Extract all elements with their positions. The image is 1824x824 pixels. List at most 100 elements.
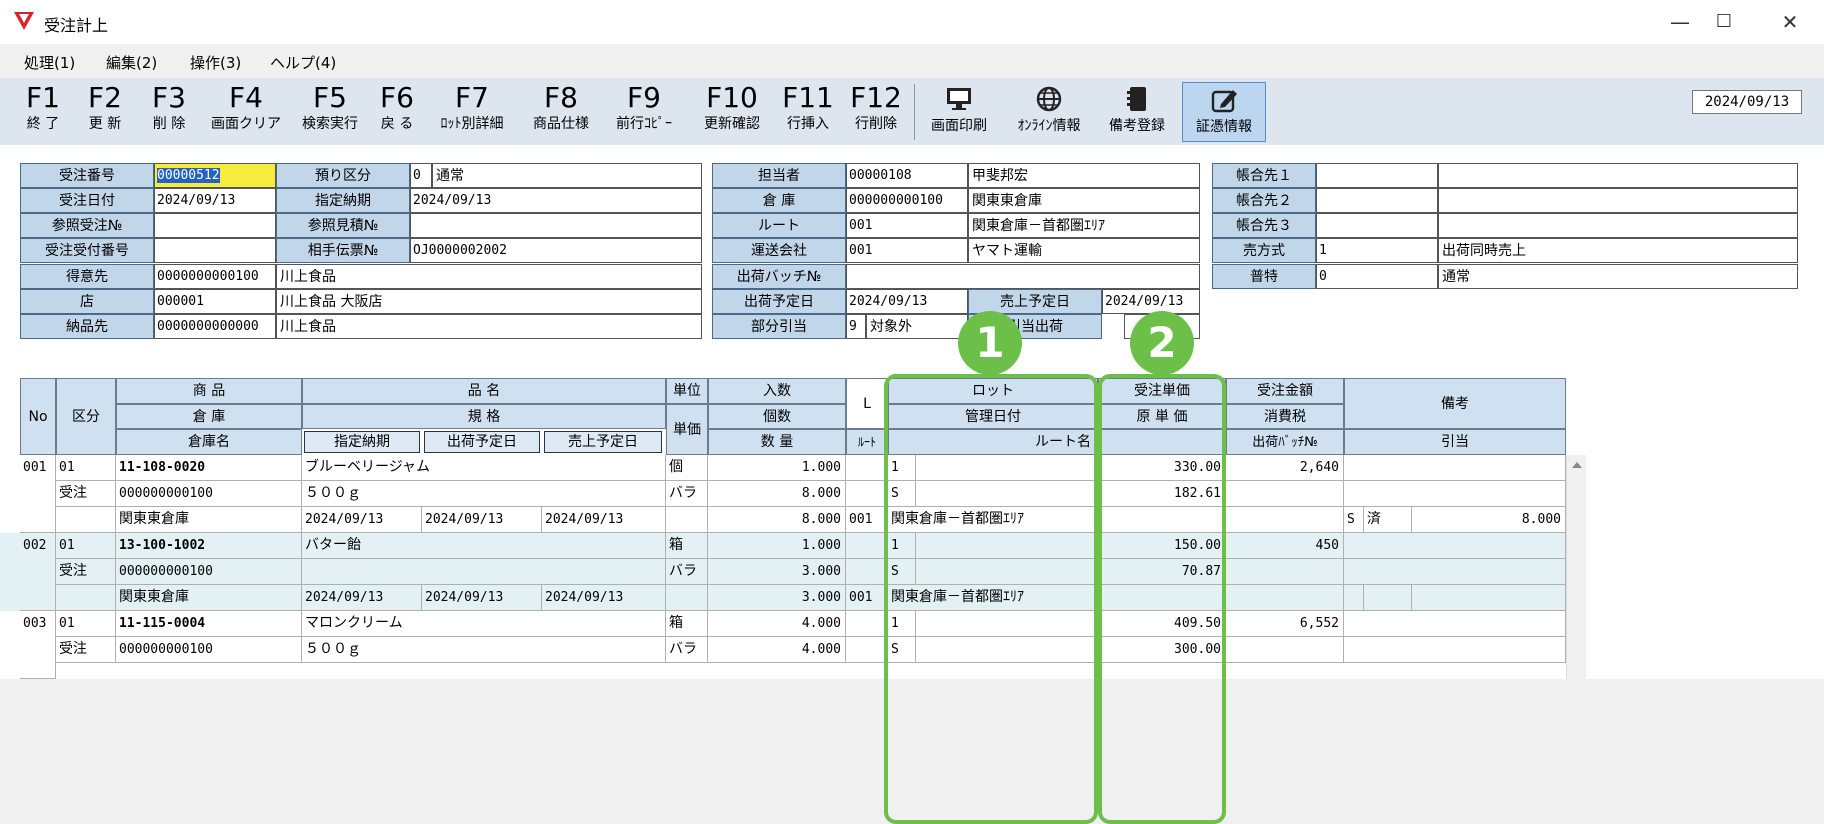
- route-name: 関東倉庫－首都圏ｴﾘｱ: [968, 213, 1200, 238]
- row-3-warehouse[interactable]: 000000000100: [116, 637, 302, 663]
- carrier-code-field[interactable]: 001: [846, 238, 968, 263]
- row-1-alloc-flag[interactable]: S: [1344, 507, 1364, 533]
- ref-order-field[interactable]: [154, 213, 276, 238]
- row-2-qty[interactable]: 3.000: [708, 585, 846, 611]
- grid-scrollbar[interactable]: [1566, 455, 1586, 679]
- row-2-alloc-flag[interactable]: [1344, 585, 1364, 611]
- order-recv-field[interactable]: [154, 238, 276, 263]
- ref-quote-field[interactable]: [410, 213, 702, 238]
- row-1-sales-date[interactable]: 2024/09/13: [542, 507, 666, 533]
- row-2-remarks2[interactable]: [1344, 559, 1566, 585]
- row-1-route[interactable]: 001: [846, 507, 888, 533]
- row-1-spec[interactable]: ５００ｇ: [302, 481, 666, 507]
- menu-edit[interactable]: 編集(2): [106, 52, 157, 73]
- row-1-kubun[interactable]: 01: [56, 455, 116, 481]
- col-warehouse-name-header: 倉庫名: [116, 429, 302, 455]
- row-2-kosu[interactable]: 3.000: [708, 559, 846, 585]
- row-1-ship-date[interactable]: 2024/09/13: [422, 507, 542, 533]
- ship-date-field[interactable]: 2024/09/13: [846, 289, 968, 314]
- row-2-unit[interactable]: 箱: [666, 533, 708, 559]
- f7-button[interactable]: F7 ﾛｯﾄ別詳細: [430, 82, 514, 142]
- due-field[interactable]: 2024/09/13: [410, 188, 702, 213]
- row-3-spec[interactable]: ５００ｇ: [302, 637, 666, 663]
- row-2-irisu[interactable]: 1.000: [708, 533, 846, 559]
- row-3-unit[interactable]: 箱: [666, 611, 708, 637]
- f6-button[interactable]: F6 戻 る: [372, 82, 422, 142]
- f2-button[interactable]: F2 更 新: [80, 82, 130, 142]
- acct3-code-field[interactable]: [1316, 213, 1438, 238]
- evidence-info-button[interactable]: 証憑情報: [1182, 82, 1266, 142]
- customer-code-field[interactable]: 0000000000100: [154, 264, 276, 289]
- online-info-button[interactable]: ｵﾝﾗｲﾝ情報: [1004, 82, 1094, 142]
- order-date-label: 受注日付: [20, 188, 154, 213]
- menu-help[interactable]: ヘルプ(4): [270, 52, 336, 73]
- row-2-remarks[interactable]: [1344, 533, 1566, 559]
- row-3-kosu[interactable]: 4.000: [708, 637, 846, 663]
- order-date-field[interactable]: 2024/09/13: [154, 188, 276, 213]
- f5-button[interactable]: F5 検索実行: [294, 82, 366, 142]
- row-1-warehouse[interactable]: 000000000100: [116, 481, 302, 507]
- minimize-button[interactable]: —: [1660, 8, 1700, 36]
- row-3-irisu[interactable]: 4.000: [708, 611, 846, 637]
- row-1-remarks2[interactable]: [1344, 481, 1566, 507]
- row-1-code[interactable]: 11-108-0020: [116, 455, 302, 481]
- maximize-button[interactable]: ☐: [1704, 8, 1744, 36]
- row-2-kubun[interactable]: 01: [56, 533, 116, 559]
- row-2-route[interactable]: 001: [846, 585, 888, 611]
- f3-button[interactable]: F3 削 除: [144, 82, 194, 142]
- row-2-sales-date[interactable]: 2024/09/13: [542, 585, 666, 611]
- row-3-name[interactable]: マロンクリーム: [302, 611, 666, 637]
- deposit-code-field[interactable]: 0: [410, 163, 432, 188]
- batch-field[interactable]: [846, 264, 1200, 289]
- row-1-unit2[interactable]: バラ: [666, 481, 708, 507]
- staff-code-field[interactable]: 00000108: [846, 163, 968, 188]
- acct2-name: [1438, 188, 1798, 213]
- special-code-field[interactable]: 0: [1316, 264, 1438, 289]
- acct1-code-field[interactable]: [1316, 163, 1438, 188]
- route-code-field[interactable]: 001: [846, 213, 968, 238]
- f8-button[interactable]: F8 商品仕様: [522, 82, 600, 142]
- row-2-unit2[interactable]: バラ: [666, 559, 708, 585]
- row-1-qty[interactable]: 8.000: [708, 507, 846, 533]
- row-3-remarks2[interactable]: [1344, 637, 1566, 663]
- row-1-due[interactable]: 2024/09/13: [302, 507, 422, 533]
- ship-to-code-field[interactable]: 0000000000000: [154, 314, 276, 339]
- f1-button[interactable]: F1 終 了: [18, 82, 68, 142]
- menu-operation[interactable]: 操作(3): [190, 52, 241, 73]
- row-1-unit[interactable]: 個: [666, 455, 708, 481]
- row-3-remarks[interactable]: [1344, 611, 1566, 637]
- row-3-kubun[interactable]: 01: [56, 611, 116, 637]
- col-allocation-header: 引当: [1344, 429, 1566, 455]
- partial-code-field[interactable]: 9: [846, 314, 866, 339]
- f12-button[interactable]: F12 行削除: [846, 82, 906, 142]
- col-l-header: L: [846, 378, 888, 429]
- row-2-spec[interactable]: [302, 559, 666, 585]
- store-code-field[interactable]: 000001: [154, 289, 276, 314]
- f10-button[interactable]: F10 更新確認: [694, 82, 770, 142]
- f11-button[interactable]: F11 行挿入: [776, 82, 840, 142]
- warehouse-code-field[interactable]: 000000000100: [846, 188, 968, 213]
- row-1-irisu[interactable]: 1.000: [708, 455, 846, 481]
- row-2-ship-date[interactable]: 2024/09/13: [422, 585, 542, 611]
- f9-button[interactable]: F9 前行ｺﾋﾟｰ: [608, 82, 680, 142]
- row-2-due[interactable]: 2024/09/13: [302, 585, 422, 611]
- partner-slip-field[interactable]: OJ0000002002: [410, 238, 702, 263]
- row-3-unit2[interactable]: バラ: [666, 637, 708, 663]
- row-2-warehouse[interactable]: 000000000100: [116, 559, 302, 585]
- sales-method-code-field[interactable]: 1: [1316, 238, 1438, 263]
- row-2-code[interactable]: 13-100-1002: [116, 533, 302, 559]
- screen-print-button[interactable]: 画面印刷: [922, 82, 996, 142]
- row-1-kosu[interactable]: 8.000: [708, 481, 846, 507]
- sales-date-field[interactable]: 2024/09/13: [1102, 289, 1200, 314]
- order-no-field[interactable]: 00000512: [154, 163, 276, 188]
- close-button[interactable]: ✕: [1770, 8, 1810, 36]
- row-1-name[interactable]: ブルーベリージャム: [302, 455, 666, 481]
- menu-process[interactable]: 処理(1): [24, 52, 75, 73]
- remarks-register-button[interactable]: 備考登録: [1100, 82, 1174, 142]
- acct2-code-field[interactable]: [1316, 188, 1438, 213]
- fkey-caption: 検索実行: [302, 116, 358, 132]
- row-3-code[interactable]: 11-115-0004: [116, 611, 302, 637]
- row-2-name[interactable]: バター飴: [302, 533, 666, 559]
- row-1-remarks[interactable]: [1344, 455, 1566, 481]
- f4-button[interactable]: F4 画面クリア: [206, 82, 286, 142]
